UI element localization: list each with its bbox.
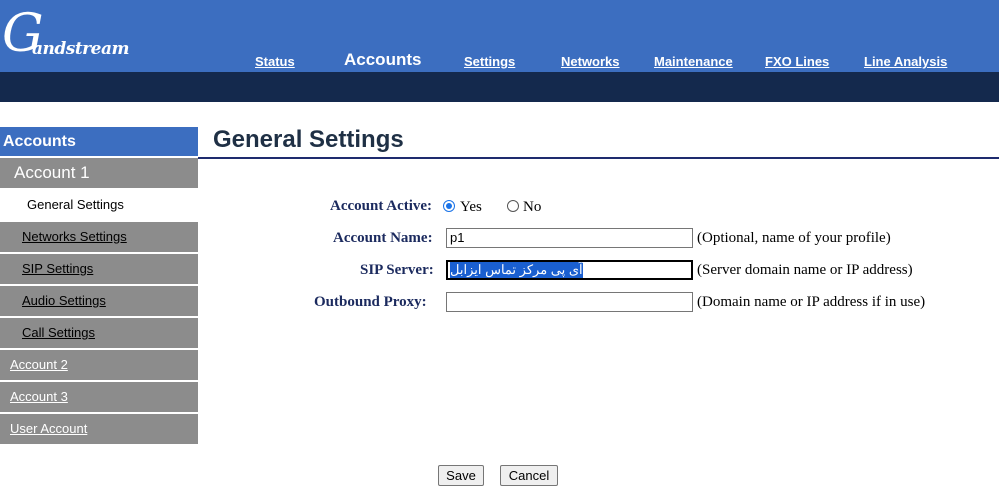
account-name-input[interactable]: p1: [446, 228, 693, 248]
nav-settings[interactable]: Settings: [464, 54, 515, 69]
sip-server-hint: (Server domain name or IP address): [697, 262, 913, 278]
outbound-proxy-input[interactable]: [446, 292, 693, 312]
sip-server-value: آی پی مرکز تماس ایزابل: [450, 262, 583, 278]
sidebar-item-account-1[interactable]: Account 1: [0, 158, 198, 188]
account-name-hint: (Optional, name of your profile): [697, 230, 891, 246]
sip-server-label: SIP Server:: [360, 262, 434, 278]
account-name-label: Account Name:: [333, 230, 433, 246]
sidebar-item-general-settings[interactable]: General Settings: [0, 190, 198, 220]
grandstream-logo: G andstream: [2, 4, 129, 64]
nav-accounts[interactable]: Accounts: [344, 50, 421, 70]
header-dark-bar: [0, 72, 999, 102]
nav-status[interactable]: Status: [255, 54, 295, 69]
outbound-proxy-label: Outbound Proxy:: [314, 294, 427, 310]
save-button[interactable]: Save: [438, 465, 484, 486]
title-divider: [198, 157, 999, 159]
account-active-no-radio[interactable]: [507, 200, 519, 212]
sidebar-item-account-3[interactable]: Account 3: [0, 382, 198, 412]
account-active-no-label: No: [523, 199, 542, 215]
sidebar-item-user-account[interactable]: User Account: [0, 414, 198, 444]
sidebar: Accounts Account 1 General Settings Netw…: [0, 127, 198, 444]
nav-fxo-lines[interactable]: FXO Lines: [765, 54, 829, 69]
sidebar-item-sip-settings[interactable]: SIP Settings: [0, 254, 198, 284]
nav-line-analysis[interactable]: Line Analysis: [864, 54, 947, 69]
sidebar-item-audio-settings[interactable]: Audio Settings: [0, 286, 198, 316]
account-active-yes-radio[interactable]: [443, 200, 455, 212]
sidebar-item-call-settings[interactable]: Call Settings: [0, 318, 198, 348]
outbound-proxy-hint: (Domain name or IP address if in use): [697, 294, 926, 310]
account-active-label: Account Active:: [330, 198, 433, 214]
sidebar-header: Accounts: [0, 127, 198, 156]
nav-networks[interactable]: Networks: [561, 54, 620, 69]
top-header: G andstream Status Accounts Settings Net…: [0, 0, 999, 72]
page-title: General Settings: [213, 126, 404, 153]
sidebar-item-account-2[interactable]: Account 2: [0, 350, 198, 380]
cancel-button[interactable]: Cancel: [500, 465, 558, 486]
sip-server-input[interactable]: آی پی مرکز تماس ایزابل: [446, 260, 693, 280]
account-active-yes-label: Yes: [460, 199, 482, 215]
sidebar-item-networks-settings[interactable]: Networks Settings: [0, 222, 198, 252]
nav-maintenance[interactable]: Maintenance: [654, 54, 733, 69]
